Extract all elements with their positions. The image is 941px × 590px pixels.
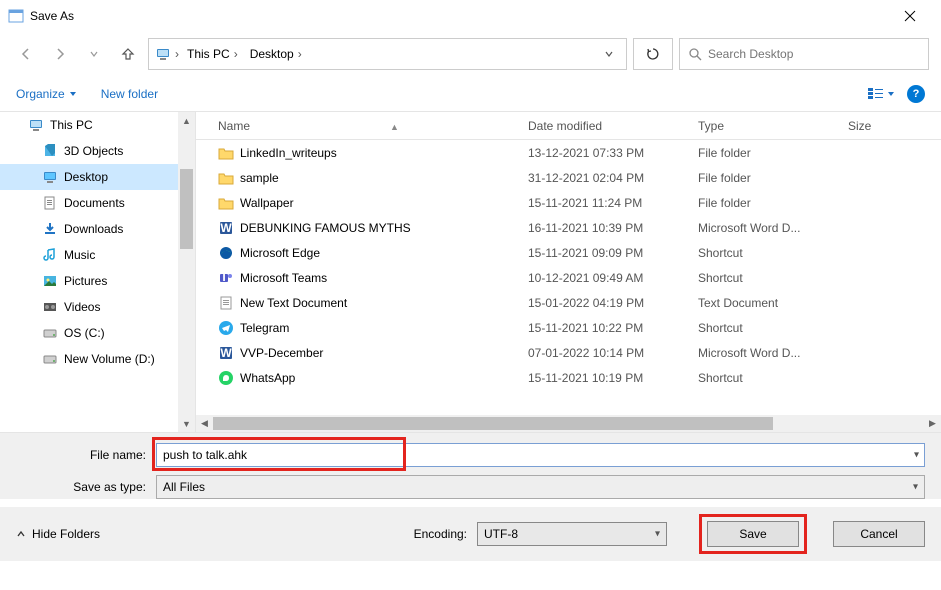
scroll-down-button[interactable]: ▼ — [178, 415, 195, 432]
word-icon: W — [218, 220, 234, 236]
hscroll-track[interactable] — [213, 415, 924, 432]
nav-row: › This PC› Desktop› — [0, 32, 941, 76]
text-icon — [218, 295, 234, 311]
folder-icon — [218, 170, 234, 186]
sidebar-item-new-volume-d-[interactable]: New Volume (D:) — [0, 346, 195, 372]
scroll-track[interactable] — [178, 129, 195, 415]
body: This PC3D ObjectsDesktopDocumentsDownloa… — [0, 112, 941, 432]
breadcrumb-desktop[interactable]: Desktop› — [246, 47, 306, 61]
address-dropdown[interactable] — [598, 49, 620, 59]
app-icon — [8, 8, 24, 24]
edge-icon — [218, 245, 234, 261]
help-button[interactable]: ? — [907, 85, 925, 103]
forward-button[interactable] — [46, 40, 74, 68]
sidebar-item-pictures[interactable]: Pictures — [0, 268, 195, 294]
column-date[interactable]: Date modified — [520, 119, 690, 133]
file-row[interactable]: WDEBUNKING FAMOUS MYTHS16-11-2021 10:39 … — [196, 215, 941, 240]
recent-dropdown[interactable] — [80, 40, 108, 68]
filename-label: File name: — [16, 448, 156, 462]
column-size[interactable]: Size — [840, 119, 900, 133]
sidebar-item-os-c-[interactable]: OS (C:) — [0, 320, 195, 346]
encoding-label: Encoding: — [414, 527, 467, 541]
file-row[interactable]: Telegram15-11-2021 10:22 PMShortcut — [196, 315, 941, 340]
sidebar-item-downloads[interactable]: Downloads — [0, 216, 195, 242]
saveas-label: Save as type: — [16, 480, 156, 494]
file-hscrollbar[interactable]: ◀ ▶ — [196, 415, 941, 432]
drive-icon — [42, 325, 58, 341]
organize-menu[interactable]: Organize — [16, 87, 77, 101]
close-button[interactable] — [887, 0, 933, 32]
hscroll-right[interactable]: ▶ — [924, 415, 941, 432]
view-options[interactable] — [867, 87, 895, 101]
bottom-bar: Hide Folders Encoding: UTF-8▾ Save Cance… — [0, 507, 941, 561]
scroll-thumb[interactable] — [180, 169, 193, 249]
pc-icon — [28, 117, 44, 133]
word-icon: W — [218, 345, 234, 361]
file-row[interactable]: Wallpaper15-11-2021 11:24 PMFile folder — [196, 190, 941, 215]
sidebar-item-3d-objects[interactable]: 3D Objects — [0, 138, 195, 164]
column-headers: Name▲ Date modified Type Size — [196, 112, 941, 140]
back-button[interactable] — [12, 40, 40, 68]
sidebar-item-this-pc[interactable]: This PC — [0, 112, 195, 138]
sidebar-item-documents[interactable]: Documents — [0, 190, 195, 216]
up-button[interactable] — [114, 40, 142, 68]
file-row[interactable]: Microsoft Edge15-11-2021 09:09 PMShortcu… — [196, 240, 941, 265]
sidebar-scrollbar[interactable]: ▲ ▼ — [178, 112, 195, 432]
sidebar-item-desktop[interactable]: Desktop — [0, 164, 195, 190]
scroll-up-button[interactable]: ▲ — [178, 112, 195, 129]
documents-icon — [42, 195, 58, 211]
drive-icon — [42, 351, 58, 367]
file-row[interactable]: sample31-12-2021 02:04 PMFile folder — [196, 165, 941, 190]
file-row[interactable]: WhatsApp15-11-2021 10:19 PMShortcut — [196, 365, 941, 390]
folder-icon — [218, 145, 234, 161]
downloads-icon — [42, 221, 58, 237]
address-bar[interactable]: › This PC› Desktop› — [148, 38, 627, 70]
search-box[interactable] — [679, 38, 929, 70]
svg-text:W: W — [220, 346, 232, 360]
save-button[interactable]: Save — [707, 521, 799, 547]
new-folder-button[interactable]: New folder — [101, 87, 158, 101]
svg-text:T: T — [220, 270, 228, 284]
file-row[interactable]: LinkedIn_writeups13-12-2021 07:33 PMFile… — [196, 140, 941, 165]
refresh-button[interactable] — [633, 38, 673, 70]
music-icon — [42, 247, 58, 263]
sidebar-item-music[interactable]: Music — [0, 242, 195, 268]
search-input[interactable] — [708, 47, 920, 61]
file-row[interactable]: New Text Document15-01-2022 04:19 PMText… — [196, 290, 941, 315]
hscroll-left[interactable]: ◀ — [196, 415, 213, 432]
svg-text:W: W — [220, 221, 232, 235]
teams-icon: T — [218, 270, 234, 286]
sort-asc-icon: ▲ — [390, 122, 399, 132]
pc-icon — [155, 46, 171, 62]
hide-folders-toggle[interactable]: Hide Folders — [16, 527, 100, 541]
column-name[interactable]: Name▲ — [210, 119, 520, 133]
sidebar-item-videos[interactable]: Videos — [0, 294, 195, 320]
3d-icon — [42, 143, 58, 159]
column-type[interactable]: Type — [690, 119, 840, 133]
hscroll-thumb[interactable] — [213, 417, 773, 430]
chevron-right-icon: › — [175, 47, 179, 61]
videos-icon — [42, 299, 58, 315]
titlebar: Save As — [0, 0, 941, 32]
cancel-button[interactable]: Cancel — [833, 521, 925, 547]
file-row[interactable]: TMicrosoft Teams10-12-2021 09:49 AMShort… — [196, 265, 941, 290]
file-pane: Name▲ Date modified Type Size LinkedIn_w… — [196, 112, 941, 432]
pictures-icon — [42, 273, 58, 289]
saveas-type-select[interactable]: All Files▾ — [156, 475, 925, 499]
encoding-select[interactable]: UTF-8▾ — [477, 522, 667, 546]
chevron-up-icon — [16, 529, 26, 539]
toolbar: Organize New folder ? — [0, 76, 941, 112]
sidebar: This PC3D ObjectsDesktopDocumentsDownloa… — [0, 112, 196, 432]
window-title: Save As — [30, 9, 887, 23]
filename-input[interactable] — [156, 443, 925, 467]
telegram-icon — [218, 320, 234, 336]
file-list[interactable]: LinkedIn_writeups13-12-2021 07:33 PMFile… — [196, 140, 941, 415]
file-row[interactable]: WVVP-December07-01-2022 10:14 PMMicrosof… — [196, 340, 941, 365]
form-area: File name: ▾ Save as type: All Files▾ — [0, 432, 941, 499]
breadcrumb-this-pc[interactable]: This PC› — [183, 47, 242, 61]
whatsapp-icon — [218, 370, 234, 386]
desktop-icon — [42, 169, 58, 185]
search-icon — [688, 47, 702, 61]
folder-icon — [218, 195, 234, 211]
